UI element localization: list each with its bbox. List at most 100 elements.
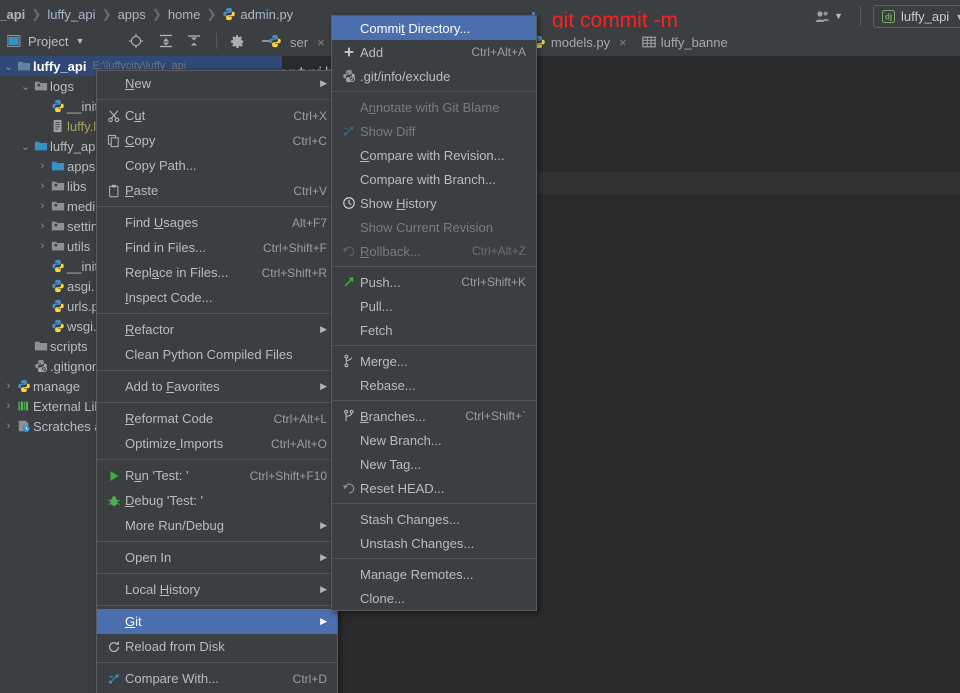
menu-item-open-in[interactable]: Open In ▶ [97, 545, 337, 570]
breadcrumb-item-apps[interactable]: apps [118, 7, 146, 22]
menu-item-shortcut: Ctrl+Alt+L [273, 411, 327, 426]
chevron-down-icon[interactable]: ⌄ [19, 80, 32, 93]
menu-separator [97, 541, 337, 542]
menu-separator [332, 345, 536, 346]
close-icon[interactable]: × [619, 35, 627, 50]
menu-item-manage-remotes[interactable]: Manage Remotes... [332, 562, 536, 586]
menu-item-label: New [125, 76, 152, 91]
menu-item-add[interactable]: Add Ctrl+Alt+A [332, 40, 536, 64]
chevron-right-icon[interactable]: › [36, 180, 49, 192]
editor-tab-models-py[interactable]: models.py × [524, 28, 634, 56]
menu-item-run--test[interactable]: Run 'Test: ' Ctrl+Shift+F10 [97, 463, 337, 488]
chevron-down-icon[interactable]: ▼ [75, 36, 84, 46]
close-icon[interactable]: × [317, 35, 325, 50]
breadcrumb-item-luffy-api[interactable]: luffy_api [47, 7, 95, 22]
menu-item-rebase[interactable]: Rebase... [332, 373, 536, 397]
menu-item-label: Fetch [360, 322, 393, 338]
menu-item-show-current-revision[interactable]: Show Current Revision [332, 215, 536, 239]
project-view-icon [4, 31, 24, 51]
editor-tab-ser[interactable]: ser × [282, 28, 332, 56]
branch-icon [338, 409, 360, 423]
menu-item-compare-with-revision[interactable]: Compare with Revision... [332, 143, 536, 167]
menu-item-merge[interactable]: Merge... [332, 349, 536, 373]
expand-all-icon[interactable] [156, 31, 176, 51]
chevron-down-icon[interactable]: ⌄ [2, 60, 15, 73]
menu-item-label: Run 'Test: ' [125, 468, 189, 483]
context-menu-main[interactable]: New ▶ Cut Ctrl+X Copy Ctrl+C Copy Path... Paste… [96, 70, 338, 693]
breadcrumb-item-home[interactable]: home [168, 7, 201, 22]
menu-item-fetch[interactable]: Fetch [332, 318, 536, 342]
menu-separator [97, 99, 337, 100]
settings-gear-icon[interactable] [227, 31, 247, 51]
menu-item-inspect-code[interactable]: Inspect Code... [97, 285, 337, 310]
project-label[interactable]: Project [28, 34, 68, 49]
menu-item-stash-changes[interactable]: Stash Changes... [332, 507, 536, 531]
menu-item-label: Clean Python Compiled Files [125, 347, 293, 362]
menu-item-cut[interactable]: Cut Ctrl+X [97, 103, 337, 128]
context-menu-git[interactable]: Commit Directory... Add Ctrl+Alt+A .git/inf… [331, 15, 537, 611]
menu-item-compare-with[interactable]: Compare With... Ctrl+D [97, 666, 337, 691]
editor-tab-luffy-banne[interactable]: luffy_banne [634, 28, 735, 56]
chevron-right-icon[interactable]: › [36, 220, 49, 232]
menu-item-reformat-code[interactable]: Reformat Code Ctrl+Alt+L [97, 406, 337, 431]
menu-item-new-branch[interactable]: New Branch... [332, 428, 536, 452]
menu-item-refactor[interactable]: Refactor ▶ [97, 317, 337, 342]
menu-item-find-in-files[interactable]: Find in Files... Ctrl+Shift+F [97, 235, 337, 260]
menu-item-replace-in-files[interactable]: Replace in Files... Ctrl+Shift+R [97, 260, 337, 285]
menu-item-annotate-with-git-blame[interactable]: Annotate with Git Blame [332, 95, 536, 119]
project-panel-header: Project ▼ [0, 28, 282, 54]
menu-item-more-run-debug[interactable]: More Run/Debug ▶ [97, 513, 337, 538]
folder-module-icon [15, 59, 33, 73]
menu-item-label: Open In [125, 550, 172, 565]
chevron-right-icon[interactable]: › [2, 400, 15, 412]
menu-separator [97, 313, 337, 314]
chevron-right-icon[interactable]: › [36, 240, 49, 252]
menu-item-rollback[interactable]: Rollback... Ctrl+Alt+Z [332, 239, 536, 263]
menu-item-reset-head[interactable]: Reset HEAD... [332, 476, 536, 500]
chevron-down-icon[interactable]: ⌄ [19, 140, 32, 153]
menu-item-label: .git/info/exclude [360, 68, 451, 84]
editor-tab-label: luffy_banne [660, 34, 728, 50]
chevron-right-icon[interactable]: › [2, 380, 15, 392]
menu-item-new-tag[interactable]: New Tag... [332, 452, 536, 476]
menu-item-show-history[interactable]: Show History [332, 191, 536, 215]
breadcrumb-item-admin-py[interactable]: admin.py [240, 7, 293, 22]
chevron-right-icon[interactable]: › [2, 420, 15, 432]
breadcrumb-separator: ❯ [101, 7, 112, 21]
menu-item-clone[interactable]: Clone... [332, 586, 536, 610]
menu-item-show-diff[interactable]: Show Diff [332, 119, 536, 143]
menu-item-unstash-changes[interactable]: Unstash Changes... [332, 531, 536, 555]
menu-item-debug--test[interactable]: Debug 'Test: ' [97, 488, 337, 513]
copy-icon [103, 134, 125, 148]
menu-item-add-to-favorites[interactable]: Add to Favorites ▶ [97, 374, 337, 399]
collapse-all-icon[interactable] [184, 31, 204, 51]
locate-icon[interactable] [126, 31, 146, 51]
menu-item-compare-with-branch[interactable]: Compare with Branch... [332, 167, 536, 191]
bottom-panel-right [328, 656, 960, 693]
menu-item-branches[interactable]: Branches... Ctrl+Shift+` [332, 404, 536, 428]
menu-item-new[interactable]: New ▶ [97, 71, 337, 96]
menu-item-pull[interactable]: Pull... [332, 294, 536, 318]
chevron-right-icon[interactable]: › [36, 200, 49, 212]
chevron-right-icon[interactable]: › [36, 160, 49, 172]
menu-item--git-info-exclude[interactable]: .git/info/exclude [332, 64, 536, 88]
menu-item-reload-from-disk[interactable]: Reload from Disk [97, 634, 337, 659]
menu-item-push[interactable]: Push... Ctrl+Shift+K [332, 270, 536, 294]
tree-node-label: asgi. [67, 278, 95, 294]
menu-item-clean-python-compiled-files[interactable]: Clean Python Compiled Files [97, 342, 337, 367]
menu-item-optimize-imports[interactable]: Optimize Imports Ctrl+Alt+O [97, 431, 337, 456]
menu-item-paste[interactable]: Paste Ctrl+V [97, 178, 337, 203]
menu-item-copy[interactable]: Copy Ctrl+C [97, 128, 337, 153]
tree-node-label: apps [67, 158, 96, 174]
menu-item-commit-directory[interactable]: Commit Directory... [332, 16, 536, 40]
menu-item-label: Push... [360, 274, 401, 290]
menu-item-find-usages[interactable]: Find Usages Alt+F7 [97, 210, 337, 235]
menu-item-label: Compare with Revision... [360, 147, 505, 163]
project-chip[interactable]: dj luffy_api ▼ [873, 5, 960, 28]
menu-item-local-history[interactable]: Local History ▶ [97, 577, 337, 602]
tree-node-label: urls.p [67, 298, 99, 314]
menu-item-git[interactable]: Git ▶ [97, 609, 337, 634]
user-accounts-button[interactable]: ▼ [815, 10, 843, 23]
menu-item-copy-path[interactable]: Copy Path... [97, 153, 337, 178]
breadcrumb-item-y-api[interactable]: y_api [0, 7, 25, 22]
